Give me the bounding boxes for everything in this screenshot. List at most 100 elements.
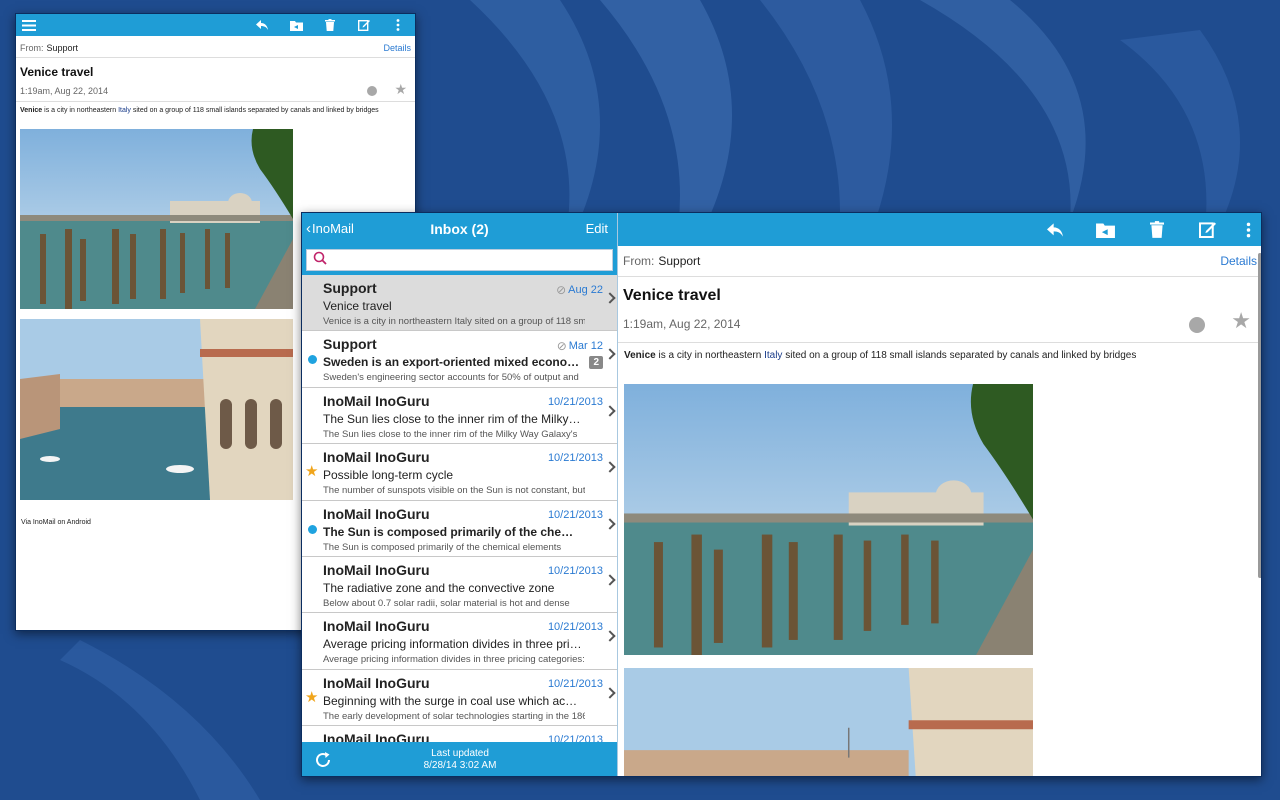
message-date: 10/21/2013 (547, 508, 603, 521)
sender-name: InoMail InoGuru (323, 449, 430, 466)
message-subject: Beginning with the surge in coal use whi… (323, 693, 583, 708)
message-list-pane: ‹ InoMail Inbox (2) Edit Support ⊘ Aug 22… (302, 213, 618, 776)
unread-dot-icon (308, 355, 317, 365)
from-line: From: Support Details (16, 38, 415, 58)
message-preview: Venice is a city in northeastern Italy s… (323, 316, 585, 327)
message-preview: The number of sunspots visible on the Su… (323, 485, 585, 497)
list-item[interactable]: Support ⊘ Mar 12 Sweden is an export-orie… (302, 331, 617, 388)
body-text-2: sited on a group of 118 small islands se… (130, 107, 379, 114)
message-subject: Possible long-term cycle (323, 468, 454, 483)
datetime-text: 1:19am, Aug 22, 2014 (623, 317, 741, 331)
body-link[interactable]: Italy (764, 350, 782, 361)
overflow-icon[interactable] (1233, 213, 1261, 246)
venice-photo-2 (20, 319, 293, 500)
reply-icon[interactable] (245, 14, 279, 36)
message-date: 10/21/2013 (547, 452, 603, 465)
reply-icon[interactable] (1029, 213, 1080, 246)
message-date: 10/21/2013 (547, 677, 603, 690)
edit-button[interactable]: Edit (586, 221, 608, 236)
star-icon[interactable]: ★ (305, 688, 318, 706)
thread-count-badge: 2 (589, 356, 603, 370)
compose-icon[interactable] (1182, 213, 1233, 246)
sender-name: InoMail InoGuru (323, 505, 430, 522)
read-status-toggle[interactable] (367, 86, 377, 96)
message-datetime: 1:19am, Aug 22, 2014 ★ (618, 310, 1261, 343)
tablet-window: ‹ InoMail Inbox (2) Edit Support ⊘ Aug 22… (301, 212, 1262, 777)
overflow-icon[interactable] (381, 14, 415, 36)
chevron-right-icon (604, 574, 616, 586)
message-subject: Venice travel (20, 65, 94, 79)
from-label: From: (20, 42, 44, 53)
last-updated-time: 8/28/14 3:02 AM (423, 760, 497, 771)
scrollbar[interactable] (1258, 253, 1261, 578)
datetime-text: 1:19am, Aug 22, 2014 (20, 86, 109, 96)
message-body: Venice is a city in northeastern Italy s… (618, 343, 1261, 368)
sender-name: InoMail InoGuru (323, 674, 430, 691)
star-icon[interactable]: ★ (305, 462, 318, 480)
compose-icon[interactable] (347, 14, 381, 36)
last-updated-label: Last updated (431, 748, 489, 759)
body-text-1: is a city in northeastern (42, 107, 119, 114)
chevron-right-icon (604, 517, 616, 530)
sender-name: InoMail InoGuru (323, 392, 430, 409)
venice-photo-1 (624, 384, 1033, 655)
message-subject: The Sun is composed primarily of the che… (323, 524, 583, 539)
list-item[interactable]: ★ InoMail InoGuru 10/21/2013 Possible lo… (302, 444, 617, 501)
message-preview: The Sun is composed primarily of the che… (323, 541, 562, 553)
message-list: Support ⊘ Aug 22 Venice travel Venice is … (302, 275, 617, 776)
chevron-right-icon (604, 348, 616, 361)
move-to-folder-icon[interactable] (1080, 213, 1131, 246)
paperclip-icon: ⊘ (556, 283, 567, 297)
message-date: ⊘ Aug 22 (556, 283, 603, 297)
details-link[interactable]: Details (383, 43, 411, 53)
list-item[interactable]: InoMail InoGuru 10/21/2013 The Sun is co… (302, 500, 617, 557)
venice-photo-2 (624, 668, 1033, 776)
star-icon[interactable]: ★ (1231, 310, 1251, 332)
list-footer: Last updated 8/28/14 3:02 AM (302, 742, 617, 776)
search-input[interactable] (306, 249, 613, 271)
message-subject: Venice travel (323, 299, 392, 313)
list-item[interactable]: InoMail InoGuru 10/21/2013 Average prici… (302, 613, 617, 670)
list-item[interactable]: InoMail InoGuru 10/21/2013 The radiative… (302, 556, 617, 614)
body-text-2: sited on a group of 118 small islands se… (782, 350, 1137, 361)
date-text: Aug 22 (568, 284, 603, 296)
chevron-right-icon (604, 630, 616, 643)
move-to-folder-icon[interactable] (279, 14, 313, 36)
read-status-toggle[interactable] (1189, 317, 1205, 333)
from-label: From: (623, 254, 655, 268)
list-item[interactable]: InoMail InoGuru 10/21/2013 The Sun lies … (302, 387, 617, 445)
chevron-right-icon (604, 687, 616, 699)
from-line: From: Support Details (618, 246, 1261, 277)
from-name: Support (658, 254, 701, 268)
trash-icon[interactable] (1131, 213, 1182, 246)
message-detail-pane: From: Support Details Venice travel 1:19… (618, 213, 1261, 776)
list-item[interactable]: Support ⊘ Aug 22 Venice travel Venice is … (302, 275, 617, 332)
message-date: 10/21/2013 (547, 621, 603, 634)
search-icon (313, 251, 327, 270)
body-bold: Venice (20, 107, 43, 114)
message-preview: Sweden's engineering sector accounts for… (323, 372, 579, 384)
message-datetime: 1:19am, Aug 22, 2014 ★ (16, 82, 415, 102)
message-date: 10/21/2013 (547, 395, 603, 408)
sender-name: Support (323, 280, 377, 296)
message-body: Venice is a city in northeastern Italy s… (16, 102, 415, 122)
chevron-right-icon (604, 405, 616, 417)
message-subject: The Sun lies close to the inner rim of t… (323, 411, 583, 426)
message-subject: Sweden is an export-oriented mixed econo… (323, 355, 585, 370)
body-link[interactable]: Italy (118, 107, 131, 114)
message-subject: The radiative zone and the convective zo… (323, 580, 555, 595)
list-item[interactable]: ★ InoMail InoGuru 10/21/2013 Beginning w… (302, 669, 617, 727)
message-preview: The early development of solar technolog… (323, 710, 585, 722)
search-bar (302, 246, 617, 275)
menu-icon[interactable] (20, 16, 38, 34)
details-link[interactable]: Details (1220, 254, 1257, 268)
phone-toolbar (16, 14, 415, 36)
venice-photo-1 (20, 129, 293, 309)
sender-name: Support (323, 336, 377, 353)
list-header: ‹ InoMail Inbox (2) Edit (302, 213, 617, 246)
trash-icon[interactable] (313, 14, 347, 36)
message-preview: Average pricing information divides in t… (323, 654, 585, 666)
refresh-icon[interactable] (314, 751, 332, 769)
message-date: 10/21/2013 (547, 564, 603, 577)
star-icon[interactable]: ★ (394, 82, 407, 96)
